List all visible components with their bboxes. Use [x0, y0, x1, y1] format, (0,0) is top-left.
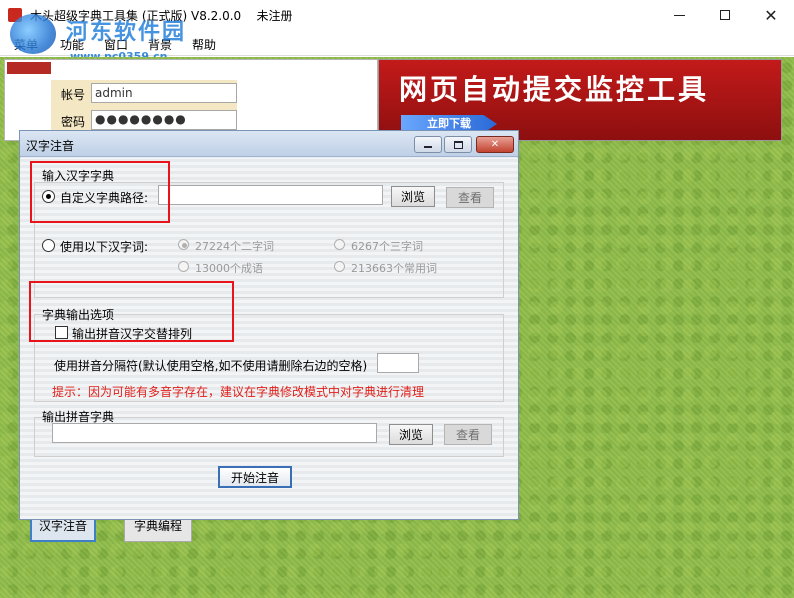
close-icon: ✕ — [490, 139, 500, 150]
menu-item-help[interactable]: 帮助 — [192, 36, 216, 53]
option-idiom-radio[interactable] — [178, 261, 189, 272]
username-label: 帐号 — [61, 88, 86, 102]
output-options-group-label: 字典输出选项 — [42, 308, 115, 322]
alternate-output-checkbox[interactable] — [55, 326, 68, 339]
dialog-title: 汉字注音 — [26, 139, 75, 153]
maximize-button[interactable] — [702, 0, 748, 30]
login-panel: 帐号 密码 ●●●●●●●● — [4, 59, 378, 141]
app-icon — [8, 8, 22, 22]
password-label: 密码 — [61, 115, 86, 129]
option-three-char-radio[interactable] — [334, 239, 345, 250]
username-input[interactable] — [91, 83, 237, 103]
use-builtin-label: 使用以下汉字词: — [60, 240, 149, 254]
password-input[interactable]: ●●●●●●●● — [91, 110, 237, 130]
option-common-label: 213663个常用词 — [351, 262, 437, 275]
close-button[interactable]: ✕ — [748, 0, 794, 30]
dialog-title-bar[interactable]: 汉字注音 ✕ — [20, 131, 518, 157]
browse-input-button[interactable]: 浏览 — [391, 186, 435, 207]
browse-output-button[interactable]: 浏览 — [389, 424, 433, 445]
custom-path-label: 自定义字典路径: — [60, 191, 149, 205]
start-annotation-button[interactable]: 开始注音 — [218, 466, 292, 488]
alternate-output-label: 输出拼音汉字交替排列 — [72, 327, 193, 341]
title-bar: 木头超级字典工具集 (正式版) V8.2.0.0 未注册 ✕ — [0, 0, 794, 30]
menu-item-menu[interactable]: 菜单 — [14, 36, 38, 53]
maximize-icon — [720, 10, 730, 20]
menu-item-window[interactable]: 窗口 — [104, 36, 128, 53]
custom-path-input[interactable] — [158, 185, 383, 205]
ad-banner[interactable]: 网页自动提交监控工具 立即下载 — [378, 59, 782, 141]
menu-item-background[interactable]: 背景 — [148, 36, 172, 53]
window-title: 木头超级字典工具集 (正式版) V8.2.0.0 未注册 — [30, 9, 293, 23]
dialog-minimize-button[interactable] — [414, 136, 442, 153]
custom-path-radio[interactable] — [42, 190, 55, 203]
option-common-radio[interactable] — [334, 261, 345, 272]
minimize-icon — [424, 145, 432, 148]
dialog-close-button[interactable]: ✕ — [476, 136, 514, 153]
minimize-button[interactable] — [656, 0, 702, 30]
banner-text: 网页自动提交监控工具 — [399, 73, 710, 106]
menu-bar: 菜单 功能 窗口 背景 帮助 — [0, 30, 794, 56]
option-two-char-radio[interactable] — [178, 239, 189, 250]
dialog-body: 输入汉字字典 自定义字典路径: 浏览 查看 使用以下汉字词: 27224个二字词… — [20, 158, 518, 519]
output-path-input[interactable] — [52, 423, 377, 443]
separator-label: 使用拼音分隔符(默认使用空格,如不使用请删除右边的空格) — [54, 359, 368, 373]
registration-status: 未注册 — [256, 9, 293, 23]
input-dictionary-group-label: 输入汉字字典 — [42, 169, 115, 183]
use-builtin-radio[interactable] — [42, 239, 55, 252]
dialog-maximize-button[interactable] — [444, 136, 472, 153]
option-three-char-label: 6267个三字词 — [351, 240, 423, 253]
menu-item-function[interactable]: 功能 — [60, 36, 84, 53]
minimize-icon — [673, 14, 685, 16]
option-two-char-label: 27224个二字词 — [195, 240, 274, 253]
pinyin-dialog: 汉字注音 ✕ 输入汉字字典 自定义字典路径: 浏览 查看 使用以下汉字词: 27… — [19, 130, 519, 520]
maximize-icon — [453, 140, 463, 149]
login-logo — [7, 62, 51, 74]
close-icon: ✕ — [764, 5, 778, 25]
separator-input[interactable] — [377, 353, 419, 373]
view-input-button[interactable]: 查看 — [446, 187, 494, 208]
hint-text: 提示：因为可能有多音字存在，建议在字典修改模式中对字典进行清理 — [52, 385, 425, 399]
view-output-button[interactable]: 查看 — [444, 424, 492, 445]
option-idiom-label: 13000个成语 — [195, 262, 263, 275]
